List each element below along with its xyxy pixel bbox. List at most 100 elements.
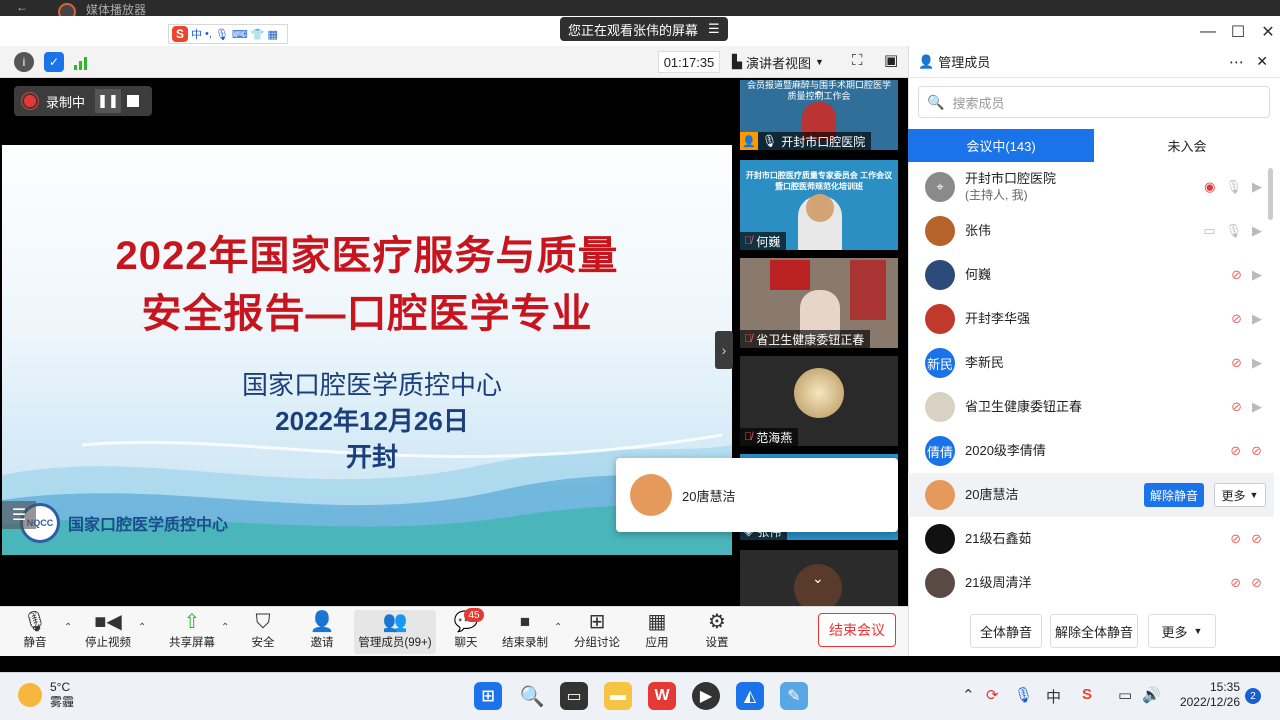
side-panel-icon[interactable]: ▣ [884,51,898,69]
member-name: 李新民 [965,355,1005,370]
volume-icon[interactable]: 🔊 [1142,686,1161,704]
tencent-meeting-icon[interactable]: ◭ [736,682,764,710]
member-row[interactable]: 开封李华强 ⊘ ▶ [908,297,1274,341]
breakout-icon: ⊞ [588,611,606,633]
stop-recording-icon[interactable] [127,95,140,107]
unmute-button[interactable]: 解除静音 [1144,483,1204,507]
end-meeting-button[interactable]: 结束会议 [818,613,896,647]
collapse-gallery-icon[interactable]: › [715,331,733,369]
member-row[interactable]: 张伟 ▭ 🎙 ▶ [908,209,1274,253]
slide-menu-icon[interactable]: ☰ [2,501,36,529]
chevron-up-icon[interactable]: ⌃ [962,686,975,704]
grid-icon[interactable]: ▦ [267,28,277,41]
member-row[interactable]: 21级石鑫茹 ⊘ ⊘ [908,517,1274,561]
gallery-tile-2[interactable]: 开封市口腔医疗质量专家委员会 工作会议暨口腔医师规范化培训班 🎙̸ 何巍 [740,160,898,250]
user-icon: 👤 [918,53,935,69]
share-screen-icon: ⇧ [183,611,201,633]
shield-icon[interactable]: ✓ [44,52,64,72]
avatar [925,568,955,598]
clock-date: 2022/12/26 [1179,695,1240,709]
media-player-icon[interactable]: ▶ [692,682,720,710]
manage-members-button[interactable]: 👥 管理成员(99+) [354,610,436,654]
sogou-icon[interactable]: S [1082,686,1092,703]
pause-recording-icon[interactable]: ❚❚ [95,89,122,113]
menu-icon[interactable]: ☰ [708,21,720,37]
sync-icon[interactable]: ⟳ [986,686,999,704]
ime-punct[interactable]: •, [205,28,212,40]
search-icon[interactable]: 🔍 [518,682,546,710]
share-screen-button[interactable]: ⇧ 共享屏幕 [157,610,227,654]
mute-all-button[interactable]: 全体静音 [970,614,1042,648]
apps-icon: ▦ [647,611,667,633]
clock[interactable]: 15:35 2022/12/26 [1170,680,1240,710]
tile-label: 🎙̸ 范海燕 [740,428,799,446]
video-options-caret[interactable]: ⌃ [138,622,146,633]
member-row[interactable]: ⌖ 开封市口腔医院 (主持人, 我) ◉ 🎙 ▶ [908,165,1274,209]
member-row[interactable]: 何巍 ⊘ ▶ [908,253,1274,297]
notification-badge[interactable]: 2 [1245,688,1261,704]
member-row[interactable]: 倩倩 2020级李倩倩 ⊘ ⊘ [908,429,1274,473]
fullscreen-icon[interactable]: ⛶ [852,52,863,69]
avatar: 新民 [925,348,955,378]
stop-video-button[interactable]: ■◀ 停止视频 [73,610,143,654]
avatar: ⌖ [925,172,955,202]
paint-icon[interactable]: ✎ [780,682,808,710]
ime-lang[interactable]: 中 [1046,686,1061,707]
ime-lang[interactable]: 中 [191,26,202,42]
settings-button[interactable]: ⚙ 设置 [682,610,752,654]
minimize-icon[interactable]: — [1196,20,1220,44]
mic-icon[interactable]: 🎙 [215,28,229,41]
chevron-up-icon[interactable]: ⌃ [813,88,825,105]
search-members[interactable]: 🔍 搜索成员 [918,86,1270,118]
member-name: 21级周清洋 [965,575,1032,590]
member-row[interactable]: 21级周清洋 ⊘ ⊘ [908,561,1274,605]
clock-time: 15:35 [1209,680,1240,694]
chevron-down-icon[interactable]: ⌄ [812,570,824,587]
security-label: 安全 [251,637,275,649]
tab-in-meeting[interactable]: 会议中(143) [908,129,1094,162]
keyboard-icon[interactable]: ⌨ [232,28,248,41]
panel-more-button[interactable]: 更多 ▼ [1148,614,1216,648]
network-icon[interactable]: ▭ [1118,686,1132,704]
gallery-tile-6[interactable]: ⌄ [740,550,898,606]
close-icon[interactable]: ✕ [1256,20,1280,44]
unmute-all-button[interactable]: 解除全体静音 [1050,614,1138,648]
invite-button[interactable]: 👤 邀请 [287,610,357,654]
tab-not-joined[interactable]: 未入会 [1094,129,1280,162]
gallery-tile-4[interactable]: 🎙̸ 范海燕 [740,356,898,446]
member-row-selected[interactable]: 20唐慧洁 解除静音 更多 ▼ [908,473,1274,517]
member-row[interactable]: 新民 李新民 ⊘ ▶ [908,341,1274,385]
maximize-icon[interactable]: ☐ [1226,20,1250,44]
mute-button[interactable]: 🎙 静音 [0,610,70,654]
weather-widget[interactable]: 5°C 雾霾 [18,680,74,710]
member-row[interactable]: 省卫生健康委钮正春 ⊘ ▶ [908,385,1274,429]
view-mode-dropdown[interactable]: ▙ 演讲者视图 ▼ [732,51,838,73]
signal-icon[interactable] [74,54,92,70]
back-arrow-icon[interactable]: ← [16,0,28,14]
stop-recording-button[interactable]: ⏹ 结束录制 [490,610,560,654]
avatar [630,474,672,516]
sogou-icon[interactable]: S [172,26,188,42]
shirt-icon[interactable]: 👕 [251,28,265,41]
avatar [794,368,844,418]
member-more-button[interactable]: 更多 ▼ [1214,483,1266,507]
slide-org: 国家口腔医学质控中心 [241,370,502,400]
file-explorer-icon[interactable]: ▬ [604,682,632,710]
audio-options-caret[interactable]: ⌃ [64,622,72,633]
video-off-icon: ⊘ [1251,575,1262,590]
info-icon[interactable]: i [14,52,34,72]
member-name: 开封李华强 [965,311,1031,326]
video-icon: ▶ [1252,179,1262,194]
tile-name: 范海燕 [756,430,793,445]
close-panel-icon[interactable]: ✕ [1256,53,1268,70]
wps-icon[interactable]: W [648,682,676,710]
start-icon[interactable]: ⊞ [474,682,502,710]
slide-logo-row: NQCC 国家口腔医学质控中心 [20,503,228,543]
gallery-tile-1[interactable]: 会员报道暨麻醉与围手术期口腔医学质量控制工作会 ⌃ 👤 🎙 开封市口腔医院 [740,80,898,150]
more-options-icon[interactable]: ⋯ [1229,53,1244,71]
ime-toolbar[interactable]: S 中 •, 🎙 ⌨ 👕 ▦ [168,24,288,44]
top-strip: ← 媒体播放器 [0,0,1280,21]
task-view-icon[interactable]: ▭ [560,682,588,710]
mic-icon[interactable]: 🎙 [1014,686,1033,704]
gallery-tile-3[interactable]: 🎙̸ 省卫生健康委钮正春 [740,258,898,348]
